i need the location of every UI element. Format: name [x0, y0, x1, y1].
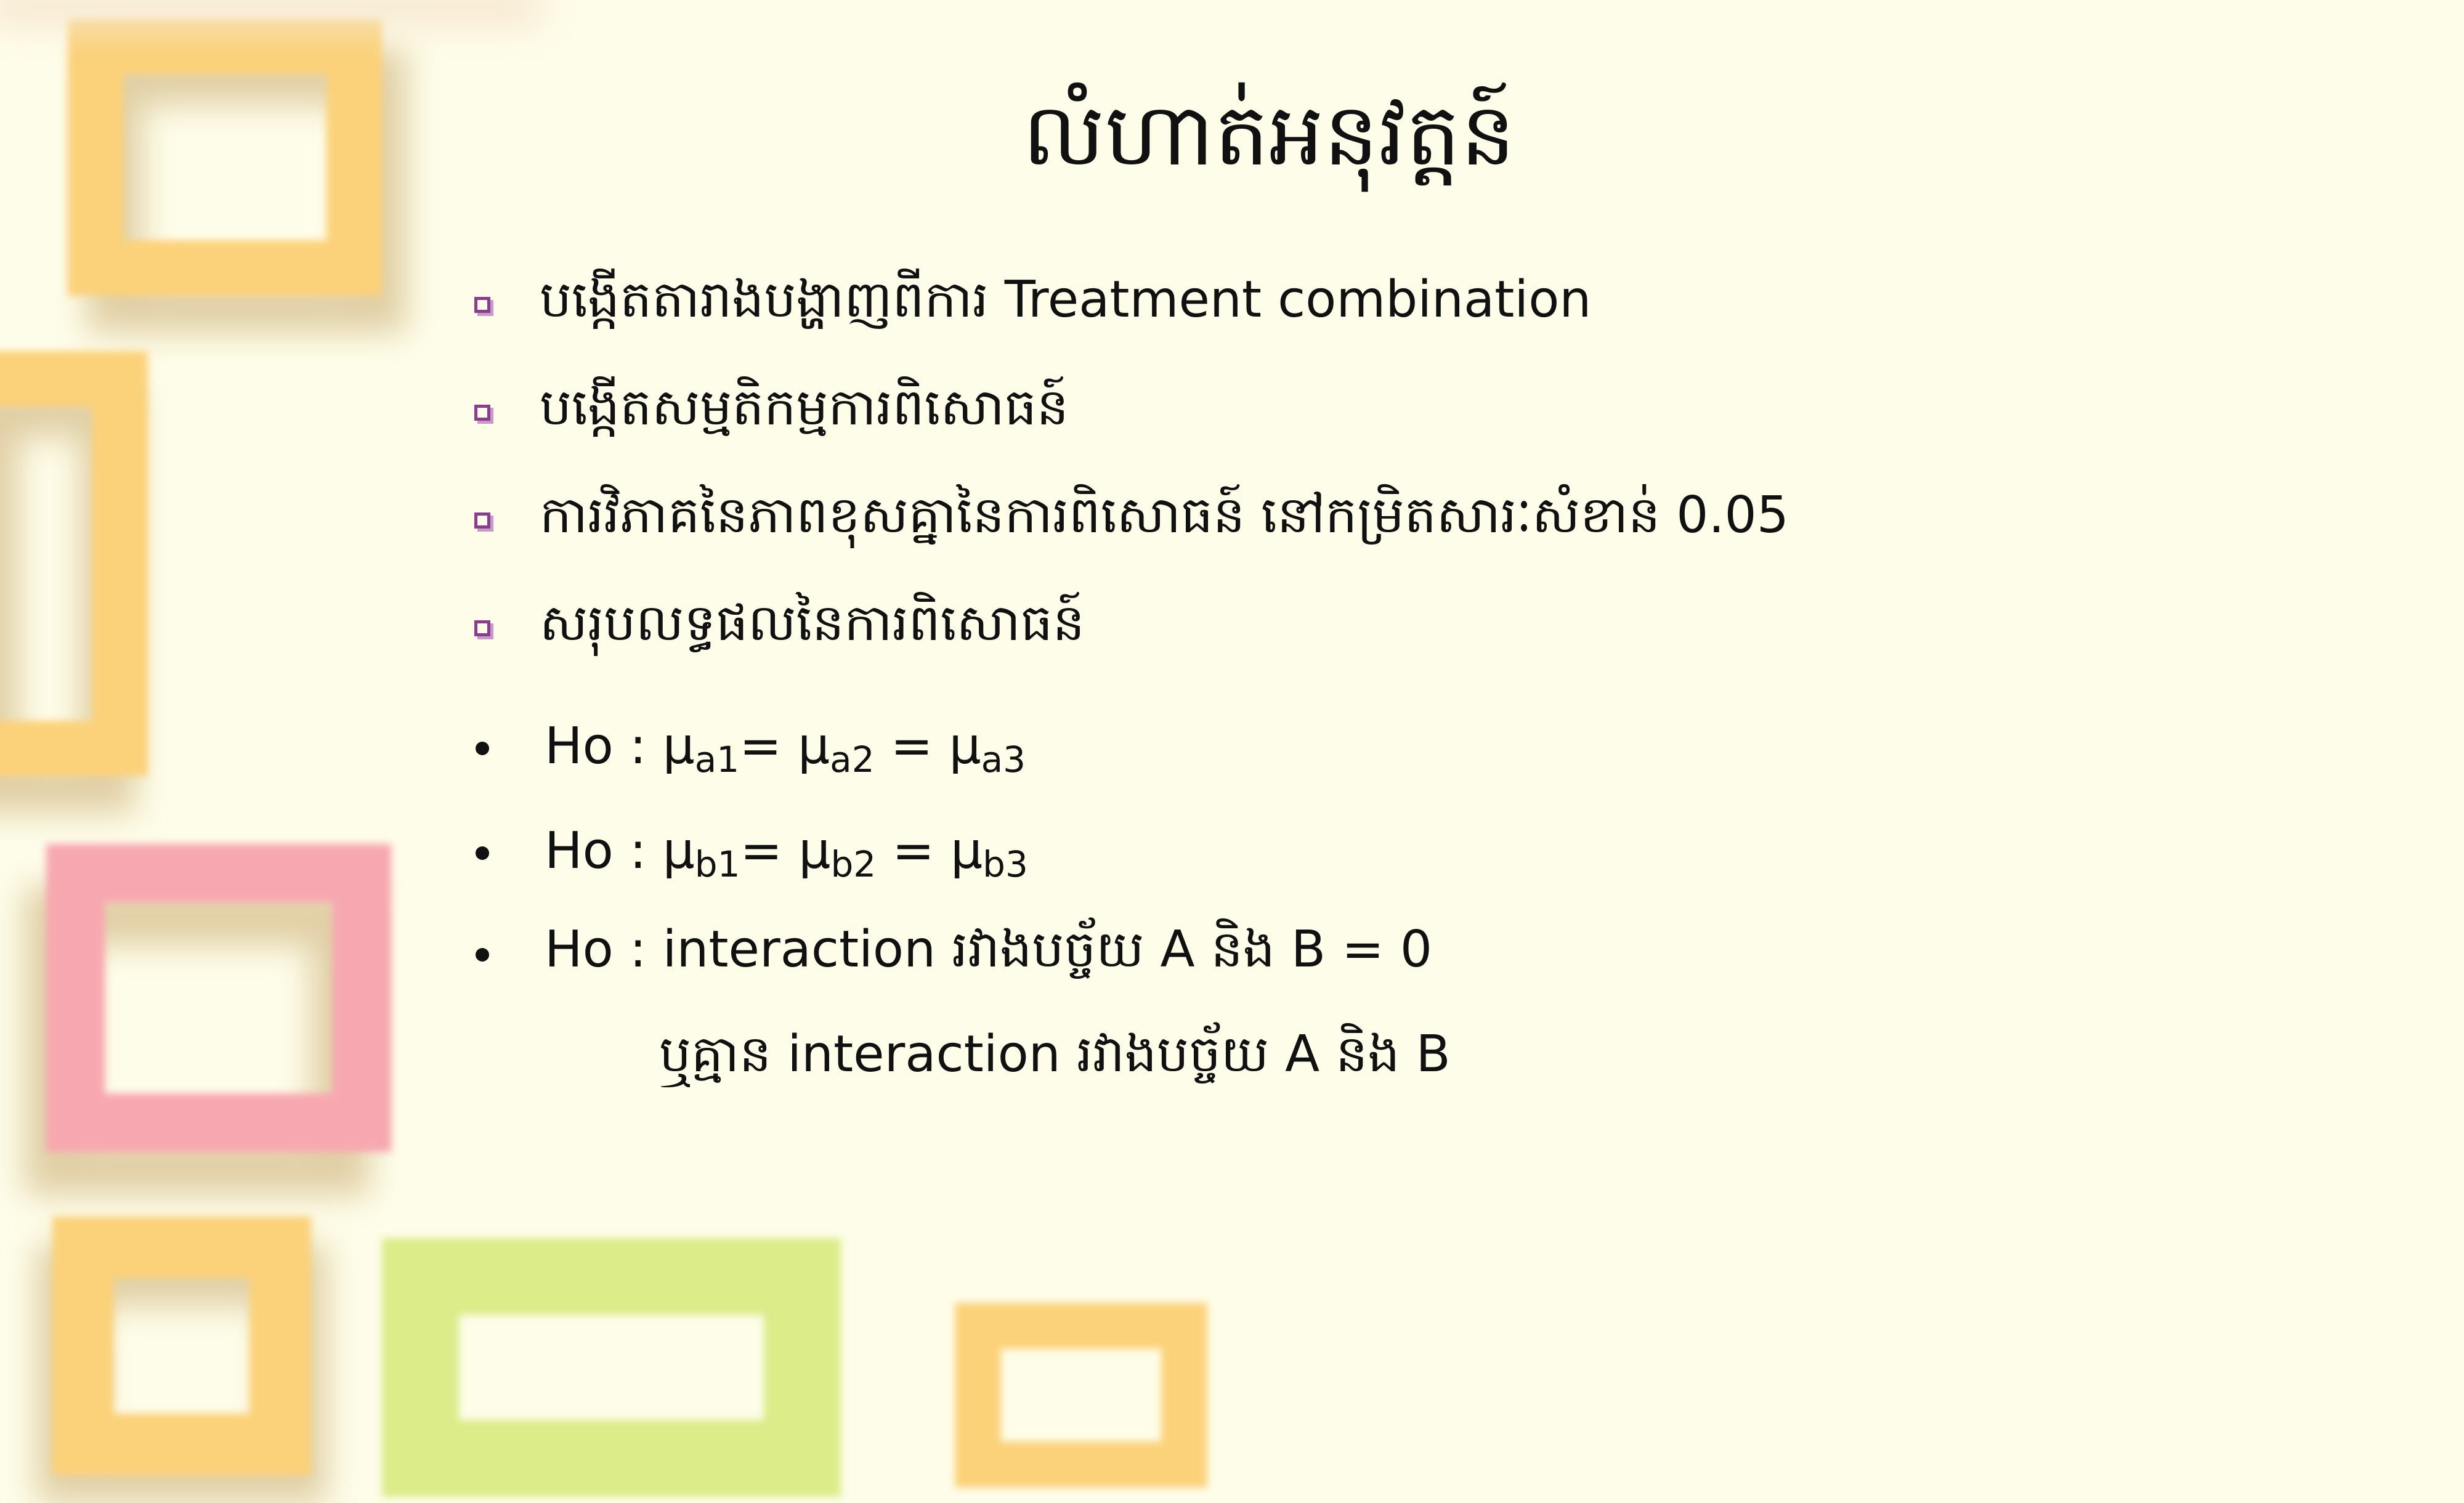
bullet-item: បង្កើតសម្មតិកម្មការពិសោធន៍ [474, 367, 1069, 459]
orange-frame-bottom-left [52, 1217, 311, 1475]
corner-tint [0, 0, 542, 25]
dot-icon [476, 948, 489, 962]
bullet-text: សរុបលទ្ធផលនៃការពិសោធន៍ [540, 594, 1085, 652]
hypothesis-text: Ho : μa1= μa2 = μa3 [545, 716, 1026, 780]
hypothesis-text: Ho : μb1= μb2 = μb3 [545, 821, 1028, 885]
green-frame [382, 1238, 841, 1497]
orange-frame-bottom [955, 1303, 1207, 1488]
hypothesis-text: ឬគ្មាន interaction រវាងបច្ច័យ A និង B [659, 1025, 1451, 1084]
hypothesis-item: Ho : μb1= μb2 = μb3 [474, 807, 1028, 899]
hollow-square-icon [474, 405, 490, 421]
hollow-square-icon [474, 512, 490, 529]
bullet-item: បង្កើតតារាងបង្ហាញពីការ Treatment combina… [474, 259, 1591, 351]
hypothesis-item: Ho : μa1= μa2 = μa3 [474, 702, 1026, 795]
pink-frame [46, 844, 391, 1152]
bullet-item: ការវិភាគនៃភាពខុសគ្នានៃការពិសោធន៍ នៅកម្រិ… [474, 474, 1789, 567]
orange-frame-left [0, 351, 148, 776]
hypothesis-item: Ho : interaction រវាងបច្ច័យ A និង B = 0 [474, 909, 1432, 1001]
bullet-text: បង្កើតសម្មតិកម្មការពិសោធន៍ [540, 378, 1069, 437]
hypothesis-continuation: ឬគ្មាន interaction រវាងបច្ច័យ A និង B [659, 1013, 1451, 1106]
hollow-square-icon [474, 620, 490, 636]
dot-icon [476, 742, 489, 755]
bullet-item: សរុបលទ្ធផលនៃការពិសោធន៍ [474, 582, 1085, 675]
dot-icon [476, 846, 489, 860]
orange-frame-top [68, 18, 382, 296]
hypothesis-text: Ho : interaction រវាងបច្ច័យ A និង B = 0 [545, 920, 1433, 979]
slide-title: លំហាត់អនុវត្តន៍ [1023, 85, 1515, 185]
hollow-square-icon [474, 297, 490, 313]
bullet-text: ការវិភាគនៃភាពខុសគ្នានៃការពិសោធន៍ នៅកម្រិ… [540, 486, 1789, 545]
bullet-text: បង្កើតតារាងបង្ហាញពីការ Treatment combina… [540, 270, 1592, 329]
